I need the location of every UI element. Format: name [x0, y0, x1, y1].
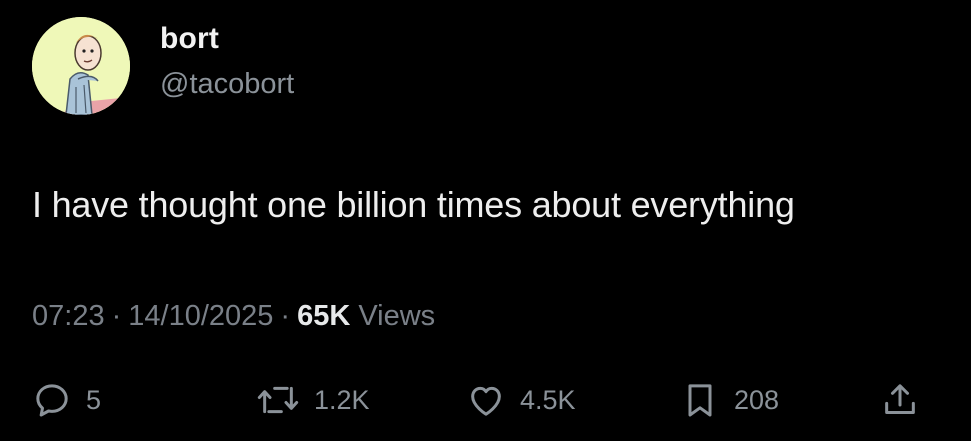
tweet-card: bort @tacobort I have thought one billio… — [0, 0, 971, 441]
bookmark-icon — [688, 384, 712, 417]
tweet-time[interactable]: 07:23 — [32, 300, 105, 332]
reply-bubble-icon — [36, 384, 68, 417]
author-avatar[interactable] — [32, 17, 130, 115]
heart-icon — [471, 386, 501, 416]
like-count: 4.5K — [520, 384, 576, 415]
views-count: 65K — [297, 300, 351, 332]
tweet-meta: 07:23 · 14/10/2025 · 65K Views — [32, 300, 435, 333]
retweet-button[interactable]: 1.2K — [256, 380, 370, 420]
cartoon-character-icon — [32, 17, 130, 115]
author-handle[interactable]: @tacobort — [160, 68, 294, 101]
reply-button[interactable]: 5 — [32, 380, 101, 420]
bookmark-button[interactable]: 208 — [680, 380, 779, 420]
views-label: Views — [358, 300, 436, 332]
meta-separator: · — [111, 300, 122, 332]
share-button[interactable] — [880, 380, 920, 420]
reply-count: 5 — [86, 384, 102, 415]
author-display-name[interactable]: bort — [160, 22, 219, 56]
share-icon — [885, 384, 915, 414]
retweet-count: 1.2K — [314, 384, 370, 415]
tweet-date[interactable]: 14/10/2025 — [128, 300, 273, 332]
meta-separator: · — [280, 300, 291, 332]
like-button[interactable]: 4.5K — [466, 380, 576, 420]
retweet-icon — [257, 386, 299, 414]
tweet-text: I have thought one billion times about e… — [32, 184, 795, 225]
bookmark-count: 208 — [734, 384, 780, 415]
